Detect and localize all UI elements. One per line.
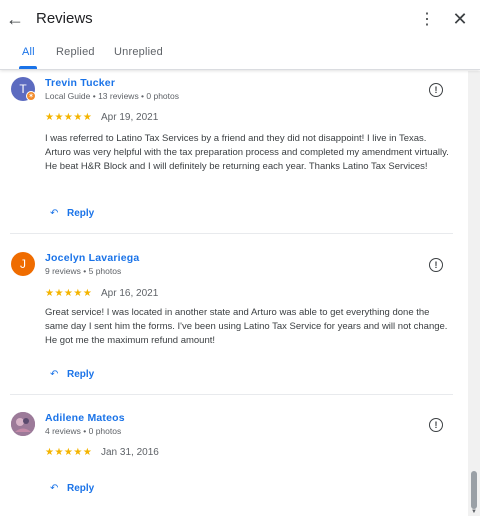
divider [10,394,453,395]
reply-label: Reply [67,207,95,219]
reviewer-meta: 4 reviews • 0 photos [45,426,122,436]
arrow-left-icon[interactable]: ← [4,6,26,32]
review-date: Apr 19, 2021 [101,112,159,123]
flag-review-icon[interactable]: ! [429,83,443,97]
page-title: Reviews [36,10,93,27]
tab-unreplied[interactable]: Unreplied [114,46,163,58]
reply-icon: ↶ [50,207,59,219]
tab-replied[interactable]: Replied [56,46,95,58]
local-guide-badge-icon: ✶ [26,91,36,101]
reply-button[interactable]: ↶ Reply [50,367,94,381]
avatar[interactable]: J [11,252,35,276]
star-rating: ★★★★★ [45,288,93,299]
reviewer-name[interactable]: Adilene Mateos [45,412,125,424]
active-tab-indicator [19,66,37,69]
star-rating: ★★★★★ [45,447,93,458]
review-text: I was referred to Latino Tax Services by… [45,133,449,172]
divider [10,233,453,234]
star-rating: ★★★★★ [45,112,93,123]
review-text: Great service! I was located in another … [45,307,448,346]
reviews-list: T ✶ Trevin Tucker Local Guide • 13 revie… [0,71,466,516]
more-vert-icon[interactable]: ⋮ [419,9,435,29]
reviewer-name[interactable]: Jocelyn Lavariega [45,252,139,264]
reviewer-meta: 9 reviews • 5 photos [45,266,122,276]
reply-icon: ↶ [50,368,59,380]
review-date: Jan 31, 2016 [101,447,159,458]
flag-review-icon[interactable]: ! [429,418,443,432]
reply-label: Reply [67,482,95,494]
scrollbar[interactable]: ▼ [468,71,480,516]
reviewer-name[interactable]: Trevin Tucker [45,77,115,89]
scroll-thumb[interactable] [471,471,477,509]
reviewer-meta: Local Guide • 13 reviews • 0 photos [45,91,179,101]
close-icon[interactable]: ✕ [450,8,470,30]
reply-button[interactable]: ↶ Reply [50,481,94,495]
tab-all[interactable]: All [22,46,35,58]
scroll-down-arrow-icon[interactable]: ▼ [470,509,478,515]
review-filter-tabs: All Replied Unreplied [0,40,480,70]
reply-button[interactable]: ↶ Reply [50,206,94,220]
reviews-header: ← Reviews ⋮ ✕ All Replied Unreplied [0,0,480,70]
avatar-photo-icon [11,412,35,436]
avatar[interactable] [11,412,35,436]
reply-label: Reply [67,368,95,380]
reply-icon: ↶ [50,482,59,494]
flag-review-icon[interactable]: ! [429,258,443,272]
review-date: Apr 16, 2021 [101,288,159,299]
